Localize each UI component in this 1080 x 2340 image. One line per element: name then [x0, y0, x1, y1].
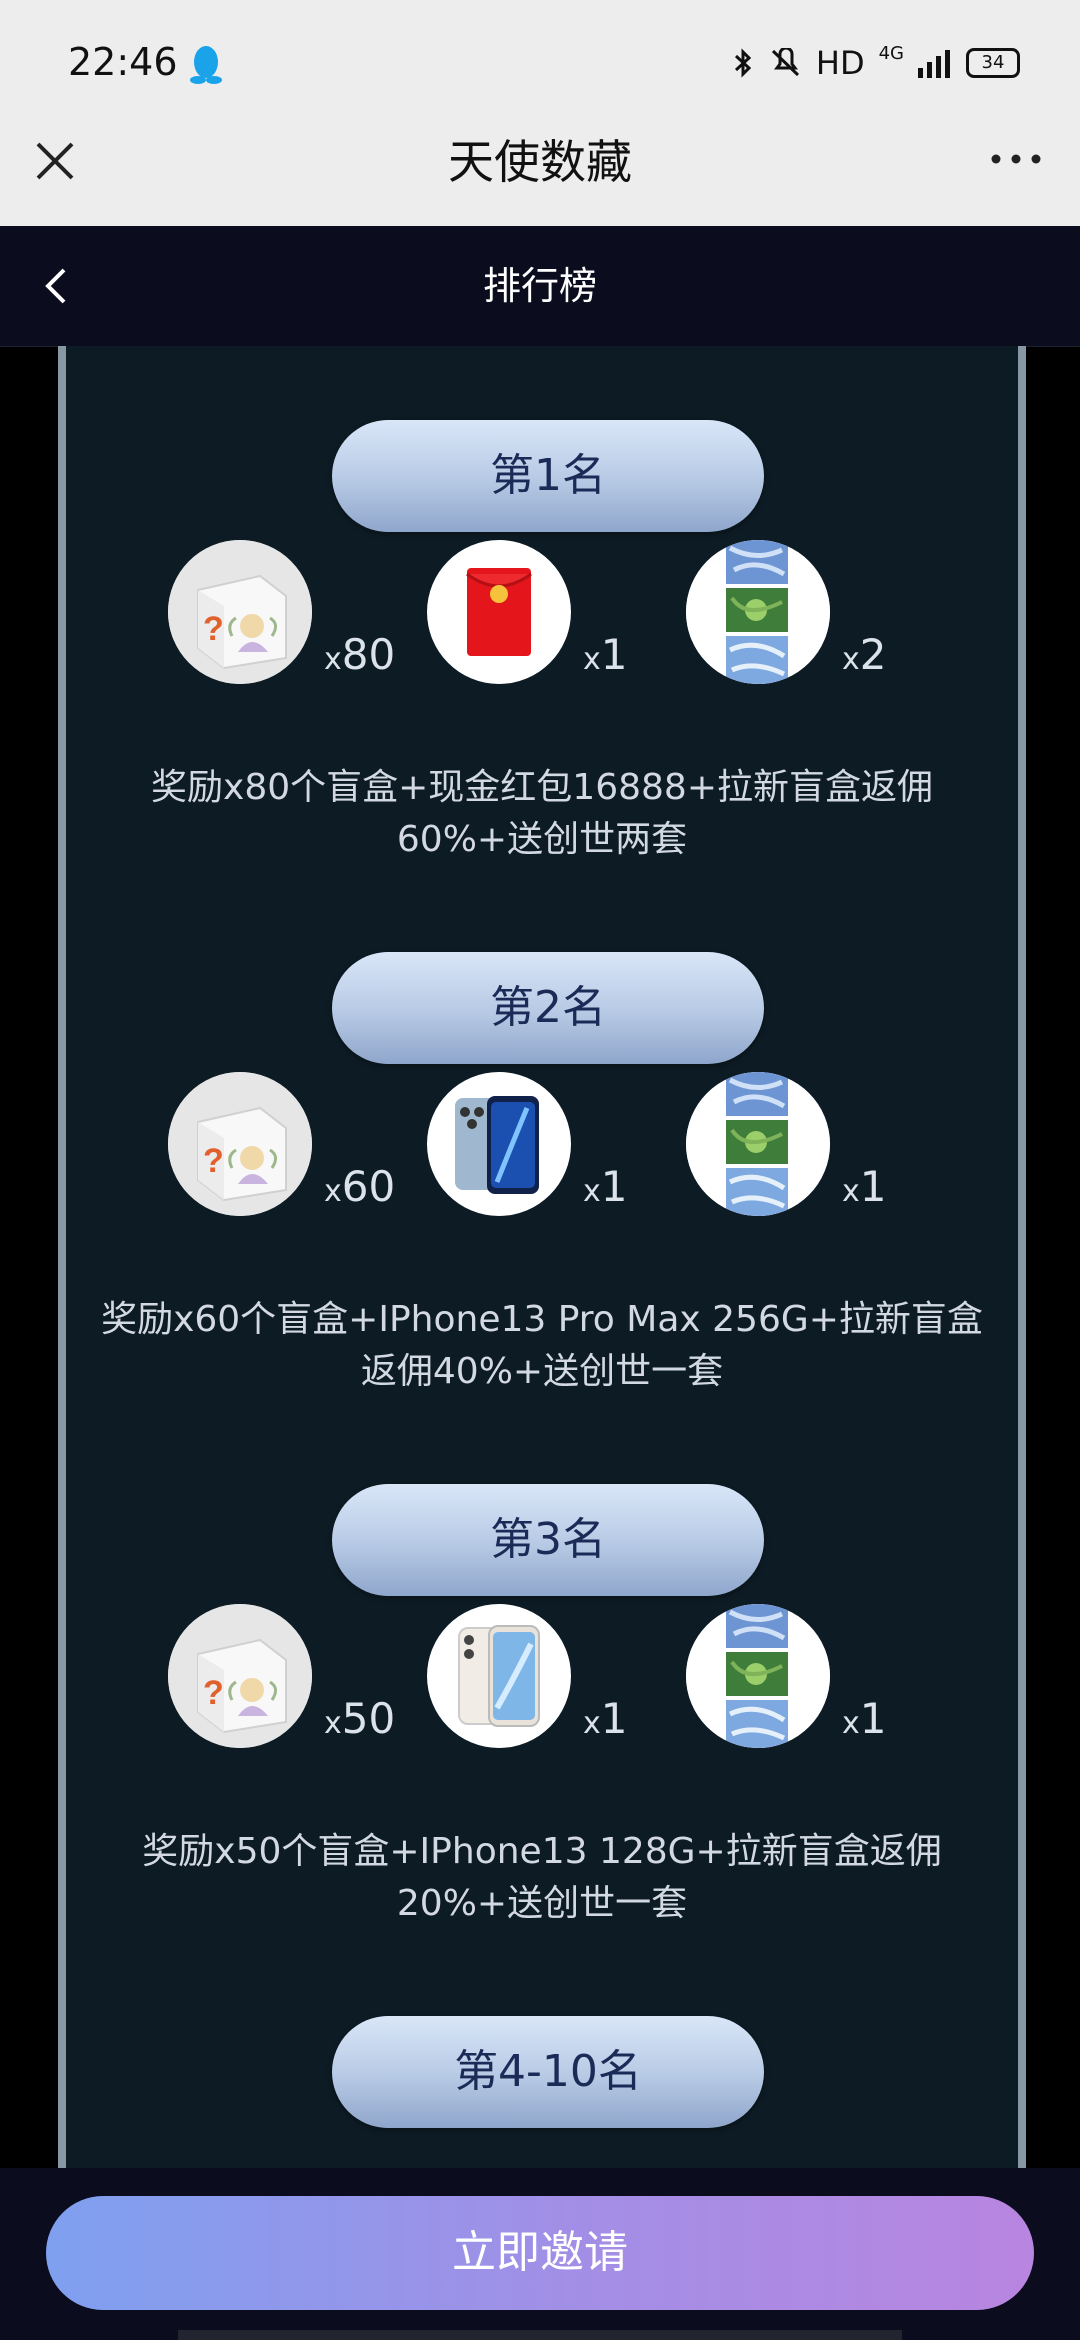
blind-box-icon — [168, 540, 312, 684]
rank-1-description: 奖励x80个盲盒+现金红包16888+拉新盲盒返佣 60%+送创世两套 — [96, 762, 988, 866]
reward-blind-box: x50 — [168, 1604, 408, 1754]
invite-button[interactable]: 立即邀请 — [46, 2196, 1034, 2310]
iphone-icon — [427, 1604, 571, 1748]
reward-count: x2 — [842, 630, 887, 679]
description-line: 20%+送创世一套 — [396, 1883, 688, 1924]
reward-collectible-set: x2 — [686, 540, 926, 690]
iphone-pro-icon — [427, 1072, 571, 1216]
leaderboard-panel: ? 第1名 x80 — [58, 346, 1026, 2168]
hd-label: HD — [815, 44, 865, 82]
rank-2-pill: 第2名 — [332, 952, 764, 1064]
reward-count: x80 — [324, 630, 396, 679]
reward-count: x1 — [583, 630, 628, 679]
app-header: 天使数藏 — [0, 132, 1080, 226]
description-line: 60%+送创世两套 — [396, 819, 688, 860]
rank-2-description: 奖励x60个盲盒+IPhone13 Pro Max 256G+拉新盲盒 返佣40… — [96, 1294, 988, 1398]
reward-iphone: x1 — [427, 1604, 667, 1754]
blind-box-icon — [168, 1604, 312, 1748]
status-icons: HD 4G 34 — [732, 42, 1020, 82]
reward-count: x1 — [842, 1162, 887, 1211]
reward-count: x1 — [583, 1694, 628, 1743]
collectible-set-icon — [686, 540, 830, 684]
app-title: 天使数藏 — [448, 135, 632, 189]
description-line: 奖励x60个盲盒+IPhone13 Pro Max 256G+拉新盲盒 — [101, 1299, 983, 1340]
page-title: 排行榜 — [482, 264, 597, 308]
rank-1-rewards: x80 x1 x2 — [66, 540, 1018, 690]
gesture-bar — [178, 2330, 902, 2340]
reward-count: x1 — [842, 1694, 887, 1743]
reward-blind-box: x80 — [168, 540, 408, 690]
rank-4-10-pill: 第4-10名 — [332, 2016, 764, 2128]
network-label: 4G — [878, 42, 904, 64]
reward-iphone-pro: x1 — [427, 1072, 667, 1222]
qq-penguin-icon — [190, 46, 222, 84]
rank-2-rewards: x60 x1 x1 — [66, 1072, 1018, 1222]
reward-count: x1 — [583, 1162, 628, 1211]
rank-3-rewards: x50 x1 x1 — [66, 1604, 1018, 1754]
description-line: 返佣40%+送创世一套 — [360, 1351, 724, 1392]
rank-3-description: 奖励x50个盲盒+IPhone13 128G+拉新盲盒返佣 20%+送创世一套 — [96, 1826, 988, 1930]
collectible-set-icon — [686, 1072, 830, 1216]
signal-icon — [918, 50, 950, 78]
reward-red-envelope: x1 — [427, 540, 667, 690]
battery-icon: 34 — [966, 48, 1020, 78]
bluetooth-icon — [734, 48, 752, 78]
nav-bar: 排行榜 — [0, 226, 1080, 347]
blind-box-icon — [168, 1072, 312, 1216]
reward-collectible-set: x1 — [686, 1604, 926, 1754]
reward-count: x50 — [324, 1694, 396, 1743]
status-time: 22:46 — [68, 40, 178, 84]
reward-blind-box: x60 — [168, 1072, 408, 1222]
rank-1-pill: 第1名 — [332, 420, 764, 532]
description-line: 奖励x50个盲盒+IPhone13 128G+拉新盲盒返佣 — [142, 1831, 942, 1872]
red-envelope-icon — [427, 540, 571, 684]
description-line: 奖励x80个盲盒+现金红包16888+拉新盲盒返佣 — [151, 767, 933, 808]
collectible-set-icon — [686, 1604, 830, 1748]
reward-collectible-set: x1 — [686, 1072, 926, 1222]
bottom-bar: 立即邀请 — [0, 2168, 1080, 2340]
mute-vibrate-icon — [771, 48, 799, 77]
rank-3-pill: 第3名 — [332, 1484, 764, 1596]
reward-count: x60 — [324, 1162, 396, 1211]
more-icon[interactable] — [986, 144, 1046, 174]
status-bar: 22:46 HD 4G 34 — [0, 0, 1080, 132]
